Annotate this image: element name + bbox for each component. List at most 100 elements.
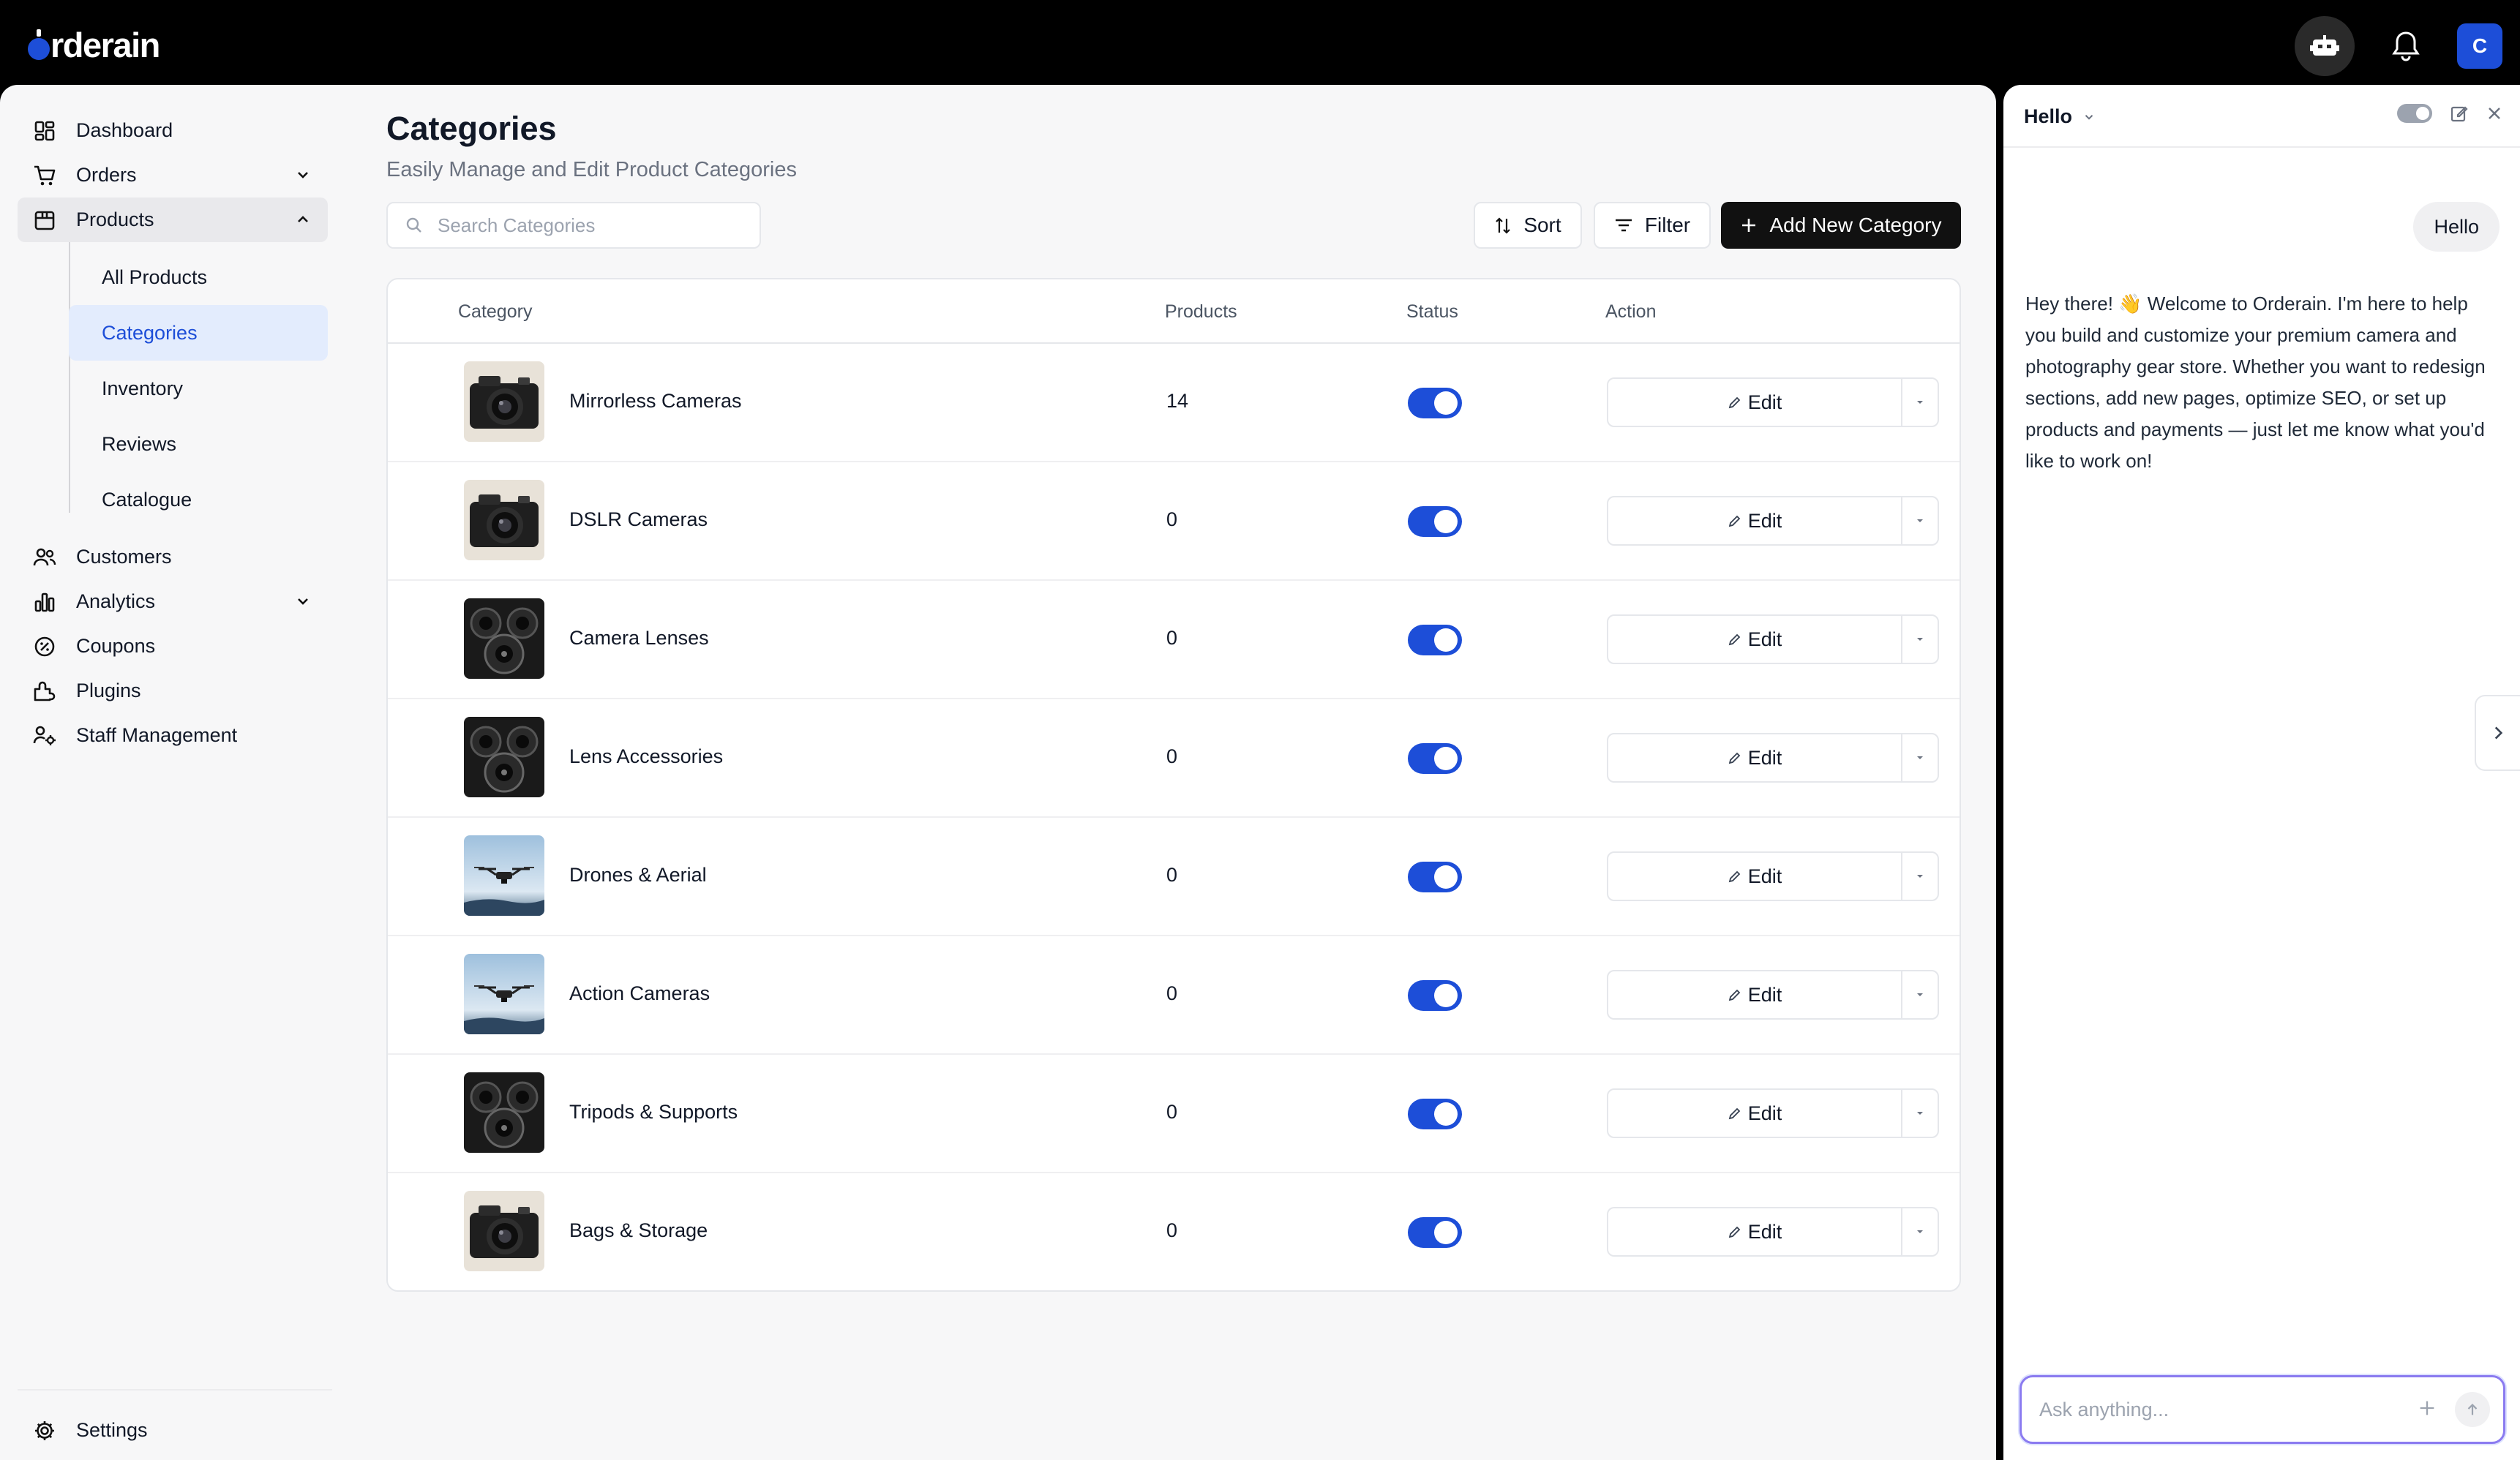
close-icon[interactable] bbox=[2486, 105, 2502, 121]
chat-input-box[interactable] bbox=[2020, 1375, 2505, 1444]
category-thumbnail bbox=[464, 835, 544, 916]
sort-button[interactable]: Sort bbox=[1474, 202, 1582, 249]
status-toggle[interactable] bbox=[1408, 506, 1462, 537]
edit-dropdown-button[interactable] bbox=[1902, 1090, 1938, 1137]
edit-dropdown-button[interactable] bbox=[1902, 497, 1938, 544]
sidebar-subitem-inventory[interactable]: Inventory bbox=[69, 361, 328, 416]
column-header-products: Products bbox=[1165, 301, 1237, 322]
sidebar-subitem-catalogue[interactable]: Catalogue bbox=[69, 472, 328, 527]
add-new-category-button[interactable]: Add New Category bbox=[1721, 202, 1961, 249]
edit-dropdown-button[interactable] bbox=[1902, 1208, 1938, 1255]
sidebar-item-label: Customers bbox=[76, 546, 172, 568]
arrow-up-icon bbox=[2467, 1404, 2478, 1415]
sidebar-item-plugins[interactable]: Plugins bbox=[18, 669, 328, 713]
edit-button[interactable]: Edit bbox=[1608, 379, 1902, 426]
edit-action-group: Edit bbox=[1607, 377, 1939, 427]
search-input[interactable] bbox=[438, 214, 745, 237]
table-row: Bags & Storage 0 Edit bbox=[388, 1173, 1960, 1290]
edit-dropdown-button[interactable] bbox=[1902, 616, 1938, 663]
chat-title-dropdown[interactable]: Hello bbox=[2024, 105, 2096, 128]
user-message-bubble: Hello bbox=[2413, 202, 2500, 252]
plugin-icon bbox=[32, 679, 57, 704]
edit-button[interactable]: Edit bbox=[1608, 853, 1902, 900]
logo-text: rderain bbox=[50, 25, 160, 64]
sidebar-item-label: Dashboard bbox=[76, 119, 173, 141]
products-subnav: All Products Categories Inventory Review… bbox=[51, 242, 328, 535]
column-header-category: Category bbox=[458, 301, 533, 322]
caret-down-icon bbox=[1917, 993, 1923, 996]
edit-button[interactable]: Edit bbox=[1608, 734, 1902, 781]
orderain-logo[interactable]: rderain bbox=[28, 25, 160, 64]
sidebar-item-label: Orders bbox=[76, 164, 137, 186]
edit-button[interactable]: Edit bbox=[1608, 616, 1902, 663]
edit-label: Edit bbox=[1747, 628, 1782, 650]
product-count: 0 bbox=[1166, 1219, 1178, 1241]
filter-button[interactable]: Filter bbox=[1594, 202, 1711, 249]
robot-icon bbox=[2310, 35, 2339, 56]
category-name: Camera Lenses bbox=[569, 627, 709, 649]
sidebar-item-orders[interactable]: Orders bbox=[18, 153, 328, 197]
edit-action-group: Edit bbox=[1607, 733, 1939, 783]
chat-input[interactable] bbox=[2039, 1398, 2405, 1421]
sidebar-item-coupons[interactable]: Coupons bbox=[18, 624, 328, 669]
edit-button[interactable]: Edit bbox=[1608, 1090, 1902, 1137]
status-toggle[interactable] bbox=[1408, 743, 1462, 774]
search-box[interactable] bbox=[386, 202, 761, 249]
plus-icon[interactable] bbox=[2417, 1398, 2437, 1418]
status-toggle[interactable] bbox=[1408, 625, 1462, 655]
edit-dropdown-button[interactable] bbox=[1902, 853, 1938, 900]
notifications-button[interactable] bbox=[2384, 24, 2428, 68]
product-count: 0 bbox=[1166, 627, 1178, 649]
chart-icon bbox=[32, 590, 57, 614]
page-subtitle: Easily Manage and Edit Product Categorie… bbox=[386, 158, 797, 181]
sidebar-item-dashboard[interactable]: Dashboard bbox=[18, 108, 328, 153]
category-name: DSLR Cameras bbox=[569, 508, 708, 530]
sort-icon bbox=[1496, 217, 1511, 234]
ai-assistant-button[interactable] bbox=[2295, 16, 2355, 76]
column-header-action: Action bbox=[1605, 301, 1657, 322]
category-name: Lens Accessories bbox=[569, 745, 724, 767]
send-button[interactable] bbox=[2455, 1392, 2490, 1427]
edit-label: Edit bbox=[1747, 983, 1782, 1006]
edit-icon[interactable] bbox=[2450, 104, 2469, 123]
sidebar-subitem-reviews[interactable]: Reviews bbox=[69, 416, 328, 472]
chat-header: Hello bbox=[2003, 85, 2520, 148]
staff-icon bbox=[32, 723, 57, 748]
chevron-down-icon bbox=[298, 598, 308, 605]
caret-down-icon bbox=[1917, 638, 1923, 641]
pencil-icon bbox=[1728, 396, 1741, 409]
status-toggle[interactable] bbox=[1408, 388, 1462, 418]
status-toggle[interactable] bbox=[1408, 1099, 1462, 1129]
sidebar-item-staff-management[interactable]: Staff Management bbox=[18, 713, 328, 758]
edit-dropdown-button[interactable] bbox=[1902, 734, 1938, 781]
status-toggle[interactable] bbox=[1408, 1217, 1462, 1248]
caret-down-icon bbox=[1917, 875, 1923, 878]
chat-mode-toggle[interactable] bbox=[2397, 104, 2432, 123]
sidebar: Dashboard Orders Products All Products C… bbox=[0, 85, 350, 1460]
edit-action-group: Edit bbox=[1607, 496, 1939, 546]
status-toggle[interactable] bbox=[1408, 862, 1462, 892]
edit-action-group: Edit bbox=[1607, 614, 1939, 664]
edit-dropdown-button[interactable] bbox=[1902, 379, 1938, 426]
pencil-icon bbox=[1728, 989, 1741, 1001]
edit-button[interactable]: Edit bbox=[1608, 971, 1902, 1018]
plus-icon bbox=[1742, 219, 1756, 232]
product-count: 0 bbox=[1166, 1101, 1178, 1123]
sidebar-item-settings[interactable]: Settings bbox=[18, 1408, 332, 1453]
sidebar-subitem-all-products[interactable]: All Products bbox=[69, 249, 328, 305]
edit-button[interactable]: Edit bbox=[1608, 1208, 1902, 1255]
edit-button[interactable]: Edit bbox=[1608, 497, 1902, 544]
sidebar-item-products[interactable]: Products bbox=[18, 197, 328, 242]
sidebar-item-customers[interactable]: Customers bbox=[18, 535, 328, 579]
sidebar-subitem-categories[interactable]: Categories bbox=[69, 305, 328, 361]
sidebar-item-analytics[interactable]: Analytics bbox=[18, 579, 328, 624]
dashboard-icon bbox=[32, 118, 57, 143]
edit-action-group: Edit bbox=[1607, 970, 1939, 1020]
user-avatar[interactable]: C bbox=[2457, 23, 2502, 69]
category-thumbnail bbox=[464, 598, 544, 679]
sidebar-item-label: Coupons bbox=[76, 635, 156, 657]
edit-dropdown-button[interactable] bbox=[1902, 971, 1938, 1018]
expand-panel-button[interactable] bbox=[2475, 695, 2520, 771]
status-toggle[interactable] bbox=[1408, 980, 1462, 1011]
logo-mark bbox=[28, 29, 50, 60]
